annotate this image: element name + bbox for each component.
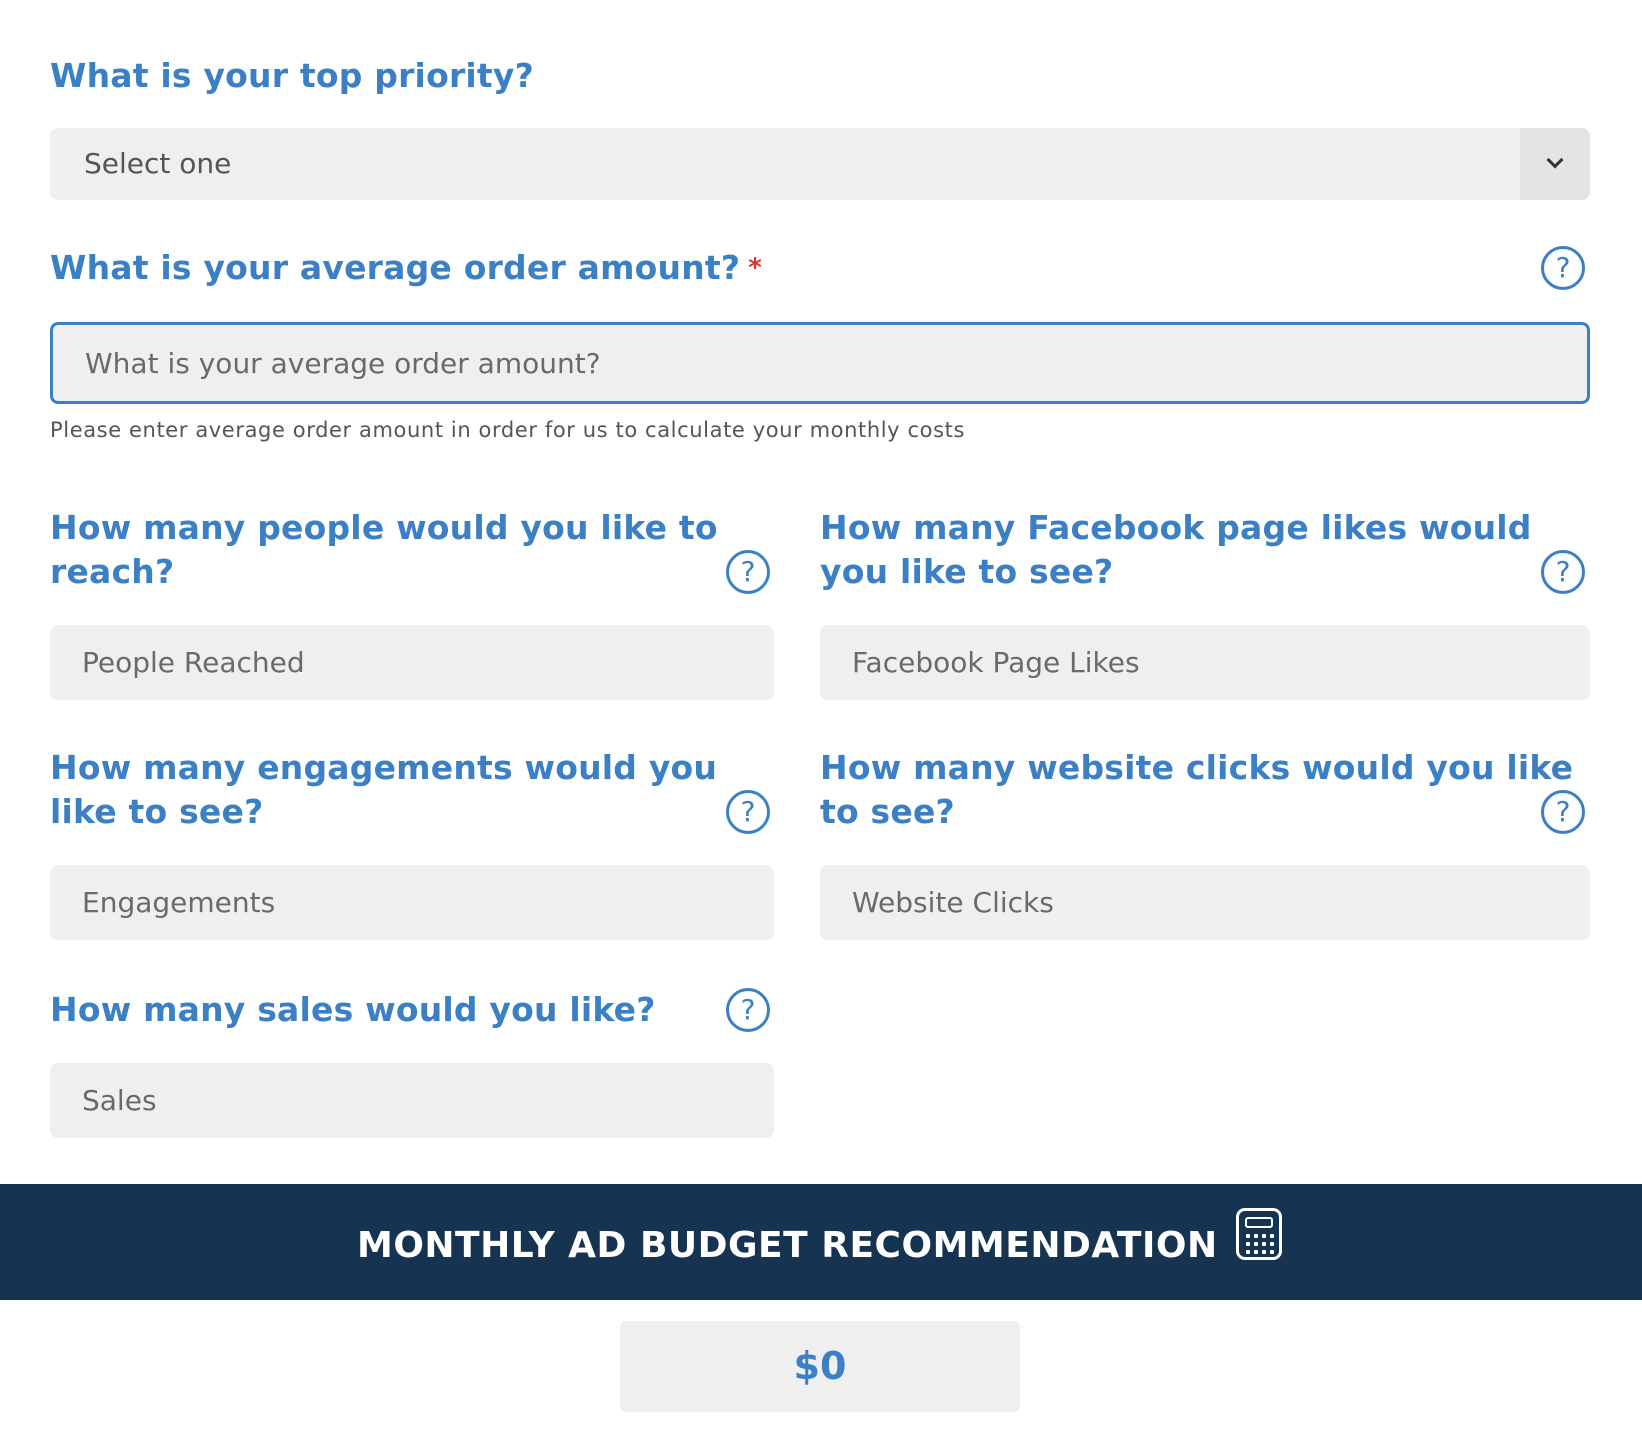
calculator-icon: [1236, 1208, 1282, 1260]
engagements-label: How many engagements would you like to s…: [50, 746, 717, 834]
order-amount-label: What is your average order amount? *: [50, 246, 762, 290]
website-clicks-label: How many website clicks would you like t…: [820, 746, 1573, 834]
order-amount-input[interactable]: [50, 322, 1590, 404]
help-icon-sales[interactable]: ?: [726, 988, 770, 1032]
people-reached-input[interactable]: [50, 625, 774, 700]
page-likes-label-line2: you like to see?: [820, 552, 1114, 591]
people-reached-label-line1: How many people would you like to: [50, 508, 718, 547]
required-asterisk: *: [748, 253, 763, 283]
banner-title: MONTHLY AD BUDGET RECOMMENDATION: [357, 1225, 1218, 1266]
help-icon-order-amount[interactable]: ?: [1541, 246, 1585, 290]
help-icon-people-reached[interactable]: ?: [726, 550, 770, 594]
chevron-down-icon: [1546, 151, 1564, 169]
budget-recommendation-banner: MONTHLY AD BUDGET RECOMMENDATION: [0, 1184, 1642, 1300]
engagements-label-line1: How many engagements would you: [50, 748, 718, 787]
page-likes-label: How many Facebook page likes would you l…: [820, 506, 1532, 594]
people-reached-label: How many people would you like to reach?: [50, 506, 718, 594]
engagements-input[interactable]: [50, 865, 774, 940]
people-reached-label-line2: reach?: [50, 552, 175, 591]
order-amount-hint: Please enter average order amount in ord…: [50, 418, 965, 442]
page-likes-label-line1: How many Facebook page likes would: [820, 508, 1532, 547]
budget-result-value: $0: [620, 1321, 1020, 1412]
page-likes-input[interactable]: [820, 625, 1590, 700]
help-icon-engagements[interactable]: ?: [726, 790, 770, 834]
website-clicks-input[interactable]: [820, 865, 1590, 940]
sales-input[interactable]: [50, 1063, 774, 1138]
help-icon-page-likes[interactable]: ?: [1541, 550, 1585, 594]
help-icon-website-clicks[interactable]: ?: [1541, 790, 1585, 834]
website-clicks-label-line2: to see?: [820, 792, 955, 831]
priority-label: What is your top priority?: [50, 56, 534, 95]
sales-label: How many sales would you like?: [50, 990, 656, 1029]
select-arrow-button[interactable]: [1520, 128, 1590, 200]
website-clicks-label-line1: How many website clicks would you like: [820, 748, 1574, 787]
budget-calculator-form: What is your top priority? Select one Wh…: [0, 0, 1642, 1450]
order-amount-label-text: What is your average order amount?: [50, 248, 741, 287]
priority-select-value: Select one: [84, 147, 232, 180]
engagements-label-line2: like to see?: [50, 792, 264, 831]
priority-select[interactable]: Select one: [50, 128, 1590, 200]
